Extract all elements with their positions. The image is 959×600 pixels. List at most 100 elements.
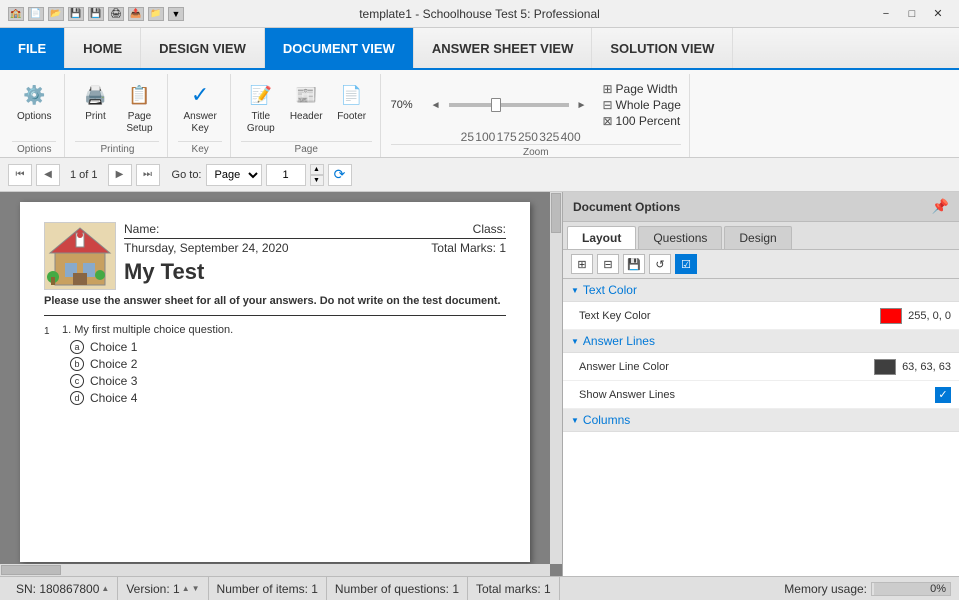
vertical-scrollbar[interactable] — [550, 192, 562, 564]
answer-line-color-value: 63, 63, 63 — [902, 361, 951, 373]
section-triangle-columns: ▼ — [571, 416, 579, 425]
whole-page-icon: ⊟ — [602, 98, 612, 112]
folder-icon[interactable]: 📁 — [148, 7, 164, 21]
horizontal-scrollbar[interactable] — [0, 564, 550, 576]
page-setup-label: PageSetup — [126, 111, 152, 135]
panel-icon-1[interactable]: ⊞ — [571, 254, 593, 274]
choice-text-c: Choice 3 — [90, 374, 137, 388]
vertical-scrollbar-thumb[interactable] — [551, 193, 561, 233]
panel-icon-5[interactable]: ☑ — [675, 254, 697, 274]
title-bar: 🏫 📄 📂 💾 💾 🖨 📤 📁 ▼ template1 - Schoolhous… — [0, 0, 959, 28]
section-header-columns[interactable]: ▼ Columns — [563, 409, 959, 432]
section-header-text-color[interactable]: ▼ Text Color — [563, 279, 959, 302]
answer-line-color-swatch[interactable] — [874, 359, 896, 375]
tab-file[interactable]: FILE — [0, 28, 65, 68]
new-icon[interactable]: 📄 — [28, 7, 44, 21]
horizontal-scrollbar-thumb[interactable] — [1, 565, 61, 575]
print-icon: 🖨️ — [81, 81, 109, 109]
whole-page-option[interactable]: ⊟ Whole Page — [602, 98, 680, 112]
question-section: 1 1. My first multiple choice question. … — [44, 324, 506, 408]
zoom-left-arrow[interactable]: ◄ — [429, 100, 443, 111]
choice-text-b: Choice 2 — [90, 357, 137, 371]
total-marks: Total Marks: 1 — [431, 241, 506, 255]
100-percent-label: 100 Percent — [616, 114, 681, 128]
show-answer-lines-checkbox[interactable]: ✓ — [935, 387, 951, 403]
section-triangle-text-color: ▼ — [571, 286, 579, 295]
class-label: Class: — [473, 222, 506, 236]
answer-line-color-label: Answer Line Color — [579, 361, 874, 373]
choice-circle-d: d — [70, 391, 84, 405]
go-button[interactable]: ⟳ — [328, 164, 352, 186]
zoom-right-arrow[interactable]: ► — [575, 100, 589, 111]
footer-button[interactable]: 📄 Footer — [332, 78, 372, 126]
tab-home[interactable]: HOME — [65, 28, 141, 68]
save2-icon[interactable]: 💾 — [88, 7, 104, 21]
quick-access: 📄 📂 💾 💾 🖨 📤 📁 ▼ — [28, 7, 184, 21]
next-page-button[interactable]: ▶ — [108, 164, 132, 186]
sn-value: SN: 180867800 — [16, 582, 99, 596]
zoom-slider-thumb[interactable] — [491, 98, 501, 112]
export-icon[interactable]: 📤 — [128, 7, 144, 21]
restore-button[interactable]: □ — [899, 5, 925, 23]
panel-icon-3[interactable]: 💾 — [623, 254, 645, 274]
goto-label: Go to: — [172, 169, 202, 181]
panel-header: Document Options 📌 — [563, 192, 959, 222]
ribbon-group-options: ⚙️ Options Options — [4, 74, 65, 157]
goto-spinner: ▲ ▼ — [310, 164, 324, 186]
header-button[interactable]: 📰 Header — [285, 78, 328, 126]
save-icon[interactable]: 💾 — [68, 7, 84, 21]
page-setup-button[interactable]: 📋 PageSetup — [119, 78, 159, 138]
panel-content: ▼ Text Color Text Key Color 255, 0, 0 ▼ … — [563, 279, 959, 576]
tab-layout[interactable]: Layout — [567, 226, 636, 249]
spin-up-button[interactable]: ▲ — [310, 164, 324, 175]
tab-design-view[interactable]: DESIGN VIEW — [141, 28, 265, 68]
tab-document-view[interactable]: DOCUMENT VIEW — [265, 28, 414, 68]
panel-icon-2[interactable]: ⊟ — [597, 254, 619, 274]
status-total-marks: Total marks: 1 — [468, 577, 560, 600]
status-num-items: Number of items: 1 — [209, 577, 327, 600]
tab-answer-sheet-view[interactable]: ANSWER SHEET VIEW — [414, 28, 593, 68]
pin-icon[interactable]: 📌 — [932, 198, 949, 215]
minimize-button[interactable]: − — [873, 5, 899, 23]
zoom-slider[interactable] — [449, 103, 569, 107]
options-button[interactable]: ⚙️ Options — [12, 78, 56, 126]
prev-page-button[interactable]: ◀ — [36, 164, 60, 186]
tab-design[interactable]: Design — [724, 226, 791, 249]
version-up-arrow[interactable]: ▲ — [182, 584, 190, 593]
document-area: Name: Class: Thursday, September 24, 202… — [0, 192, 563, 576]
goto-select[interactable]: Page — [206, 164, 262, 186]
answer-key-label: AnswerKey — [183, 111, 216, 135]
answer-key-button[interactable]: ✓ AnswerKey — [178, 78, 221, 138]
status-bar: SN: 180867800 ▲ Version: 1 ▲ ▼ Number of… — [0, 576, 959, 600]
zoom-tick-250: 250 — [518, 130, 538, 144]
zoom-right-options: ⊞ Page Width ⊟ Whole Page ⊠ 100 Percent — [602, 82, 680, 128]
zoom-tick-175: 175 — [497, 130, 517, 144]
print-icon[interactable]: 🖨 — [108, 7, 124, 21]
panel-title: Document Options — [573, 200, 680, 214]
print-button[interactable]: 🖨️ Print — [75, 78, 115, 126]
page-width-option[interactable]: ⊞ Page Width — [602, 82, 680, 96]
sn-up-arrow[interactable]: ▲ — [101, 584, 109, 593]
tab-questions[interactable]: Questions — [638, 226, 722, 249]
last-page-button[interactable]: ⏭ — [136, 164, 160, 186]
header-icon: 📰 — [292, 81, 320, 109]
spin-down-button[interactable]: ▼ — [310, 175, 324, 186]
ribbon: ⚙️ Options Options 🖨️ Print 📋 PageSetup … — [0, 70, 959, 158]
open-icon[interactable]: 📂 — [48, 7, 64, 21]
panel-icon-4[interactable]: ↺ — [649, 254, 671, 274]
question-text: 1. My first multiple choice question. — [62, 324, 506, 336]
dropdown-icon[interactable]: ▼ — [168, 7, 184, 21]
title-group-button[interactable]: 📝 TitleGroup — [241, 78, 281, 138]
first-page-button[interactable]: ⏮ — [8, 164, 32, 186]
version-down-arrow[interactable]: ▼ — [192, 584, 200, 593]
whole-page-label: Whole Page — [616, 98, 681, 112]
document-page: Name: Class: Thursday, September 24, 202… — [20, 202, 530, 562]
goto-input[interactable] — [266, 164, 306, 186]
text-key-color-swatch[interactable] — [880, 308, 902, 324]
ribbon-group-page-items: 📝 TitleGroup 📰 Header 📄 Footer — [241, 74, 372, 141]
100-percent-option[interactable]: ⊠ 100 Percent — [602, 114, 680, 128]
section-header-answer-lines[interactable]: ▼ Answer Lines — [563, 330, 959, 353]
ribbon-group-zoom: 70% ◄ ► ⊞ Page Width ⊟ Whole Page ⊠ 100 … — [383, 74, 690, 157]
tab-solution-view[interactable]: SOLUTION VIEW — [592, 28, 733, 68]
close-button[interactable]: ✕ — [925, 5, 951, 23]
